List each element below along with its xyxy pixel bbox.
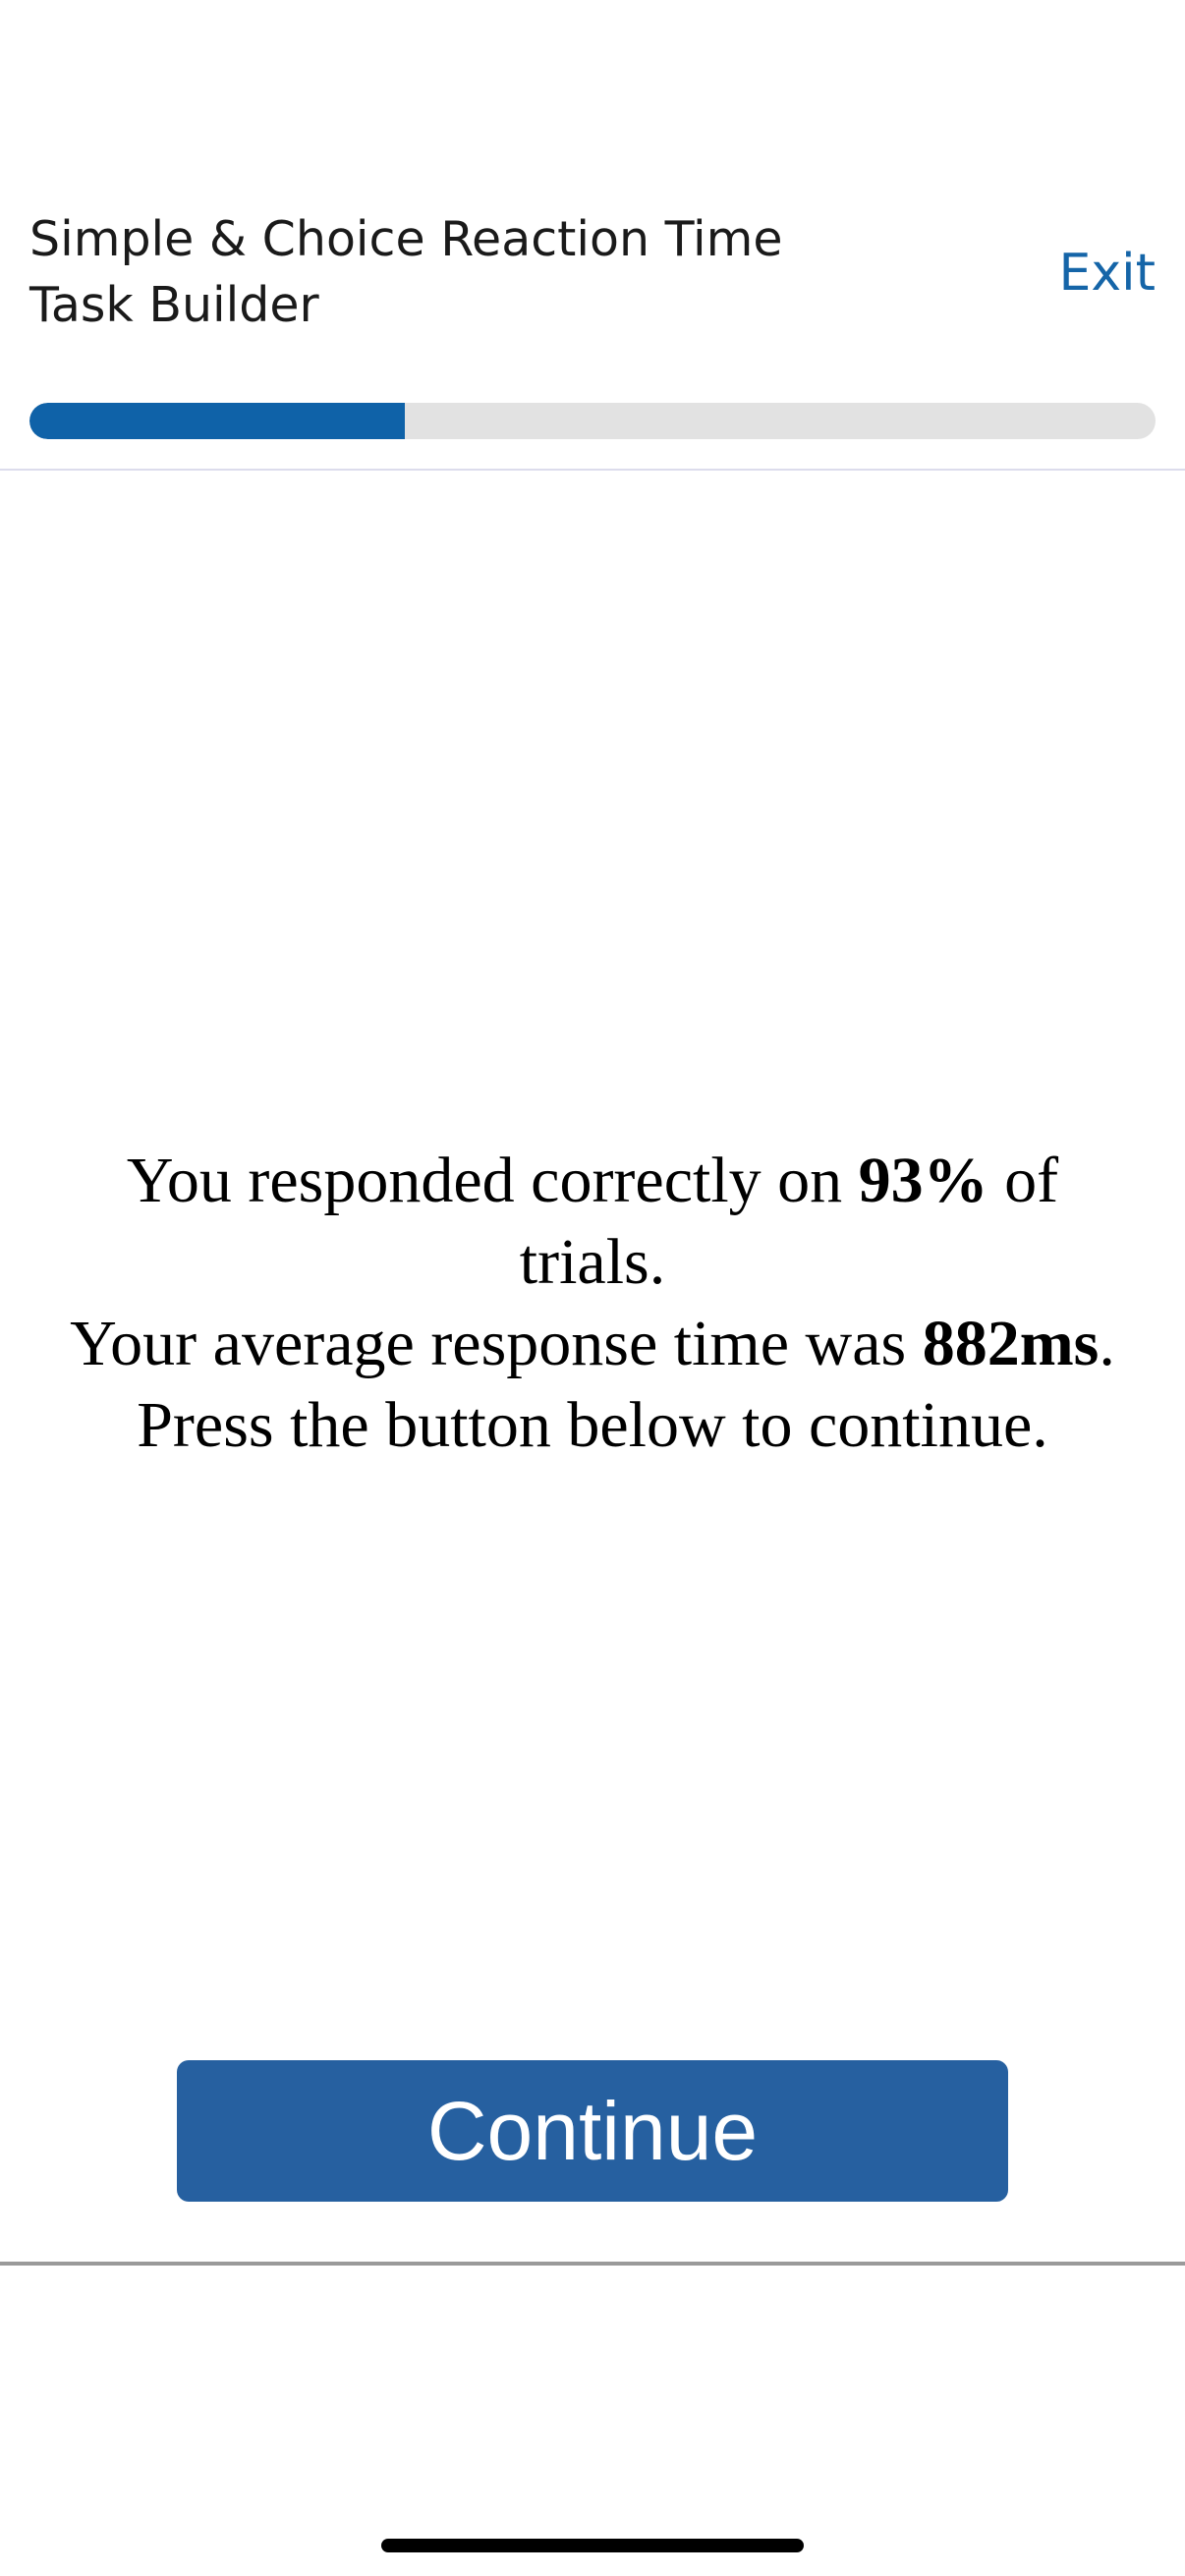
response-time-text: Your average response time was [70, 1308, 923, 1379]
response-time-suffix: . [1099, 1308, 1115, 1379]
response-time-value: 882ms [922, 1308, 1100, 1379]
exit-link[interactable]: Exit [1059, 244, 1156, 303]
progress-bar [29, 403, 1156, 439]
title-line-1: Simple & Choice Reaction Time [29, 211, 783, 267]
continue-button[interactable]: Continue [177, 2060, 1008, 2202]
accuracy-text: You responded correctly on [126, 1145, 859, 1216]
accuracy-line: You responded correctly on 93% of [0, 1140, 1185, 1221]
accuracy-value: 93% [858, 1145, 988, 1216]
instruction-line: Press the button below to continue. [137, 1389, 1048, 1461]
header-divider [0, 469, 1185, 471]
progress-bar-fill [29, 403, 405, 439]
accuracy-suffix: of [988, 1145, 1059, 1216]
page-title: Simple & Choice Reaction Time Task Build… [29, 206, 816, 338]
feedback-message: You responded correctly on 93% of trials… [0, 1140, 1185, 1466]
response-time-line: Your average response time was 882ms. [0, 1303, 1185, 1384]
accuracy-line-continued: trials. [519, 1226, 666, 1298]
home-indicator [381, 2539, 804, 2552]
title-line-2: Task Builder [29, 277, 319, 333]
bottom-divider [0, 2262, 1185, 2266]
app-header: Simple & Choice Reaction Time Task Build… [0, 0, 1185, 471]
